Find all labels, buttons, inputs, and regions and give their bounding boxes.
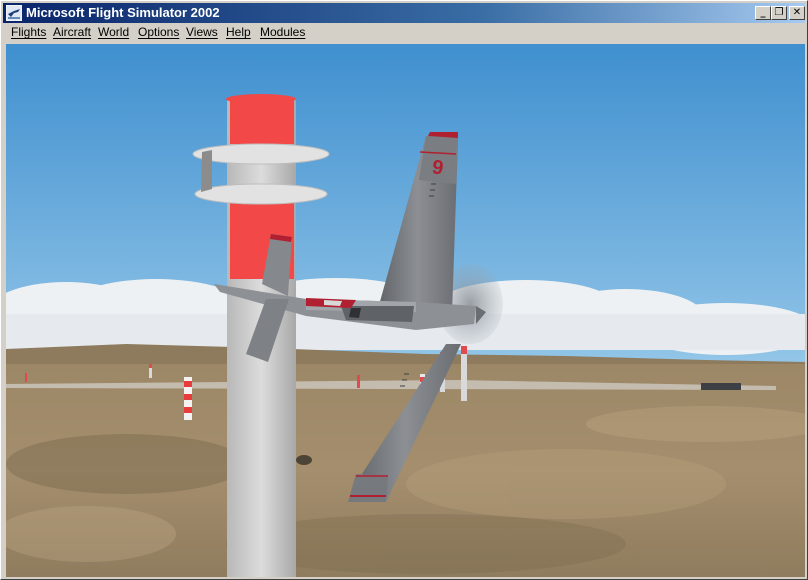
menu-flights[interactable]: Flights [11, 25, 46, 40]
menu-views[interactable]: Views [186, 25, 218, 40]
flight-simulator-app-icon[interactable] [6, 5, 22, 21]
minimize-icon: _ [760, 7, 766, 18]
minimize-button[interactable]: _ [755, 6, 771, 20]
title-bar[interactable]: Microsoft Flight Simulator 2002 _ ❐ ✕ [3, 3, 805, 23]
striped-pylon [184, 377, 192, 420]
app-window: Microsoft Flight Simulator 2002 _ ❐ ✕ Fl… [0, 0, 808, 580]
menu-options[interactable]: Options [138, 25, 179, 40]
menu-help[interactable]: Help [226, 25, 251, 40]
simulator-viewport[interactable]: 9 [6, 44, 805, 577]
close-button[interactable]: ✕ [789, 6, 805, 20]
ground-shadow [296, 455, 312, 465]
restore-button[interactable]: ❐ [771, 6, 787, 20]
menu-bar: Flights Aircraft World Options Views Hel… [3, 23, 805, 42]
hangar [701, 383, 741, 390]
menu-aircraft[interactable]: Aircraft [53, 25, 91, 40]
menu-world[interactable]: World [98, 25, 129, 40]
flight-scene[interactable]: 9 [6, 44, 805, 577]
restore-icon: ❐ [774, 7, 784, 18]
menu-modules[interactable]: Modules [260, 25, 305, 40]
window-title: Microsoft Flight Simulator 2002 [26, 5, 220, 20]
close-icon: ✕ [792, 7, 802, 18]
